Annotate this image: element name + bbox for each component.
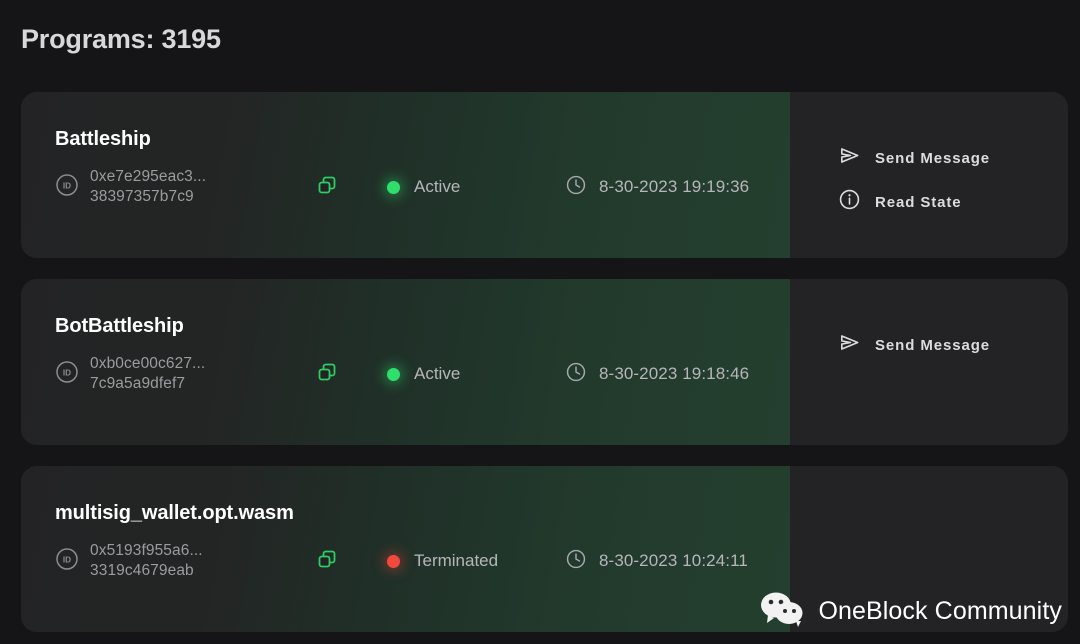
program-name: Battleship xyxy=(55,128,151,150)
info-circle-icon xyxy=(838,188,861,216)
clock-icon xyxy=(565,548,587,575)
program-address-text: 0xe7e295eac3... 38397357b7c9 xyxy=(90,167,206,207)
id-badge-icon: ID xyxy=(55,547,79,576)
action-button[interactable]: Send Message xyxy=(838,144,990,172)
address-line-2: 38397357b7c9 xyxy=(90,188,194,205)
program-card-list: Battleship ID 0xe7e295eac3... 38397357b7c9 A… xyxy=(21,92,1068,644)
copy-address-button[interactable] xyxy=(315,547,387,576)
action-button[interactable]: Read State xyxy=(838,188,962,216)
program-address-text: 0x5193f955a6... 3319c4679eab xyxy=(90,541,203,581)
program-actions: Send Message Read State xyxy=(790,92,1068,258)
timestamp-label: 8-30-2023 19:19:36 xyxy=(599,177,750,196)
send-message-icon xyxy=(838,331,861,359)
address-line-1: 0x5193f955a6... xyxy=(90,542,203,559)
status-dot-icon xyxy=(387,367,400,381)
timestamp-label: 8-30-2023 10:24:11 xyxy=(599,551,748,570)
copy-icon xyxy=(315,547,339,576)
address-line-1: 0xe7e295eac3... xyxy=(90,168,207,185)
program-address: ID 0xe7e295eac3... 38397357b7c9 xyxy=(55,167,315,207)
program-meta-row: ID 0xb0ce00c627... 7c9a5a9dfef7 Active 8-30-… xyxy=(55,354,790,394)
timestamp-label: 8-30-2023 19:18:46 xyxy=(599,364,750,383)
svg-text:ID: ID xyxy=(63,181,71,190)
clock-icon xyxy=(565,361,587,388)
address-line-2: 3319c4679eab xyxy=(90,562,194,579)
program-info: Battleship ID 0xe7e295eac3... 38397357b7c9 A… xyxy=(21,92,790,258)
status-label: Active xyxy=(414,177,461,196)
action-label: Read State xyxy=(875,193,962,211)
program-info: BotBattleship ID 0xb0ce00c627... 7c9a5a9dfe… xyxy=(21,279,790,445)
status-label: Active xyxy=(414,364,461,383)
send-message-icon xyxy=(838,144,861,172)
action-label: Send Message xyxy=(875,336,991,354)
page-title: Programs: 3195 xyxy=(21,24,221,54)
program-meta-row: ID 0x5193f955a6... 3319c4679eab Terminated 8… xyxy=(55,541,790,581)
copy-address-button[interactable] xyxy=(315,173,387,202)
program-card[interactable]: Battleship ID 0xe7e295eac3... 38397357b7c9 A… xyxy=(21,92,1068,258)
timestamp: 8-30-2023 10:24:11 xyxy=(565,548,748,575)
copy-icon xyxy=(315,173,339,202)
status-badge: Active xyxy=(387,177,565,197)
status-badge: Terminated xyxy=(387,551,565,571)
timestamp: 8-30-2023 19:18:46 xyxy=(565,361,749,388)
action-label: Send Message xyxy=(875,149,991,167)
status-dot-icon xyxy=(387,180,400,194)
svg-text:ID: ID xyxy=(63,555,71,564)
copy-icon xyxy=(315,360,339,389)
program-actions: Send Message xyxy=(790,279,1068,445)
id-badge-icon: ID xyxy=(55,360,79,389)
status-dot-icon xyxy=(387,554,400,568)
program-meta-row: ID 0xe7e295eac3... 38397357b7c9 Active 8-30-… xyxy=(55,167,790,207)
program-address: ID 0xb0ce00c627... 7c9a5a9dfef7 xyxy=(55,354,315,394)
address-line-2: 7c9a5a9dfef7 xyxy=(90,375,186,392)
svg-text:ID: ID xyxy=(63,368,71,377)
action-button[interactable]: Send Message xyxy=(838,331,990,359)
program-info: multisig_wallet.opt.wasm ID 0x5193f955a6..… xyxy=(21,466,790,632)
program-address: ID 0x5193f955a6... 3319c4679eab xyxy=(55,541,315,581)
status-label: Terminated xyxy=(414,551,499,570)
program-card[interactable]: BotBattleship ID 0xb0ce00c627... 7c9a5a9dfe… xyxy=(21,279,1068,445)
copy-address-button[interactable] xyxy=(315,360,387,389)
program-name: BotBattleship xyxy=(55,315,184,337)
timestamp: 8-30-2023 19:19:36 xyxy=(565,174,749,201)
program-address-text: 0xb0ce00c627... 7c9a5a9dfef7 xyxy=(90,354,205,394)
program-card[interactable]: multisig_wallet.opt.wasm ID 0x5193f955a6..… xyxy=(21,466,1068,632)
address-line-1: 0xb0ce00c627... xyxy=(90,355,206,372)
program-actions xyxy=(790,466,1068,632)
programs-page: Programs: 3195 Battleship ID 0xe7e295eac3.… xyxy=(0,0,1080,644)
status-badge: Active xyxy=(387,364,565,384)
program-name: multisig_wallet.opt.wasm xyxy=(55,502,294,524)
clock-icon xyxy=(565,174,587,201)
id-badge-icon: ID xyxy=(55,173,79,202)
